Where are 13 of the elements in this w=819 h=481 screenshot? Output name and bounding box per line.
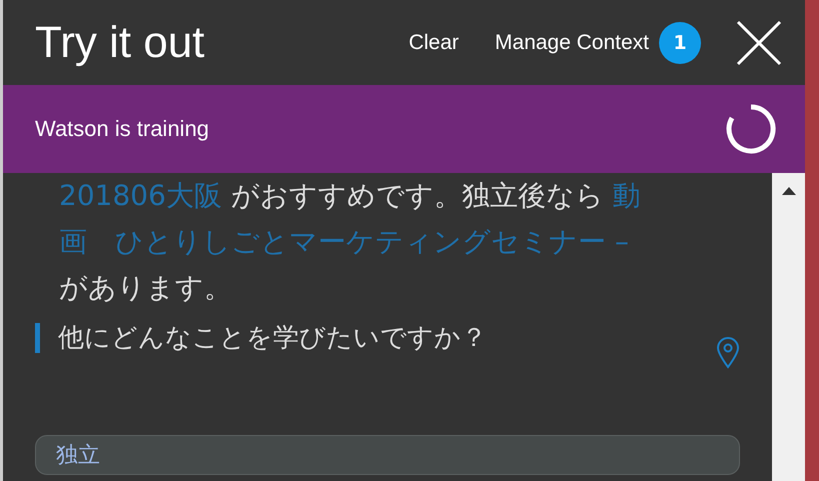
answer-text: 201806大阪 がおすすめです。独立後なら 動画 ひとりしごとマーケティングセミナー – があります。 xyxy=(58,178,642,306)
clear-link[interactable]: Clear xyxy=(408,30,459,54)
context-count-badge: 1 xyxy=(659,22,701,64)
location-pin-icon[interactable] xyxy=(716,337,740,369)
scroll-up-icon[interactable] xyxy=(782,187,796,195)
loading-spinner-icon xyxy=(725,103,777,155)
close-icon[interactable] xyxy=(735,18,783,66)
panel-title: Try it out xyxy=(35,18,205,68)
question-text: 他にどんなことを学びたいですか？ xyxy=(58,322,487,355)
manage-context-link[interactable]: Manage Context xyxy=(494,30,649,54)
training-status: Watson is training xyxy=(35,116,210,142)
message-marker xyxy=(35,323,40,353)
input-field[interactable]: 独立 xyxy=(35,435,740,475)
